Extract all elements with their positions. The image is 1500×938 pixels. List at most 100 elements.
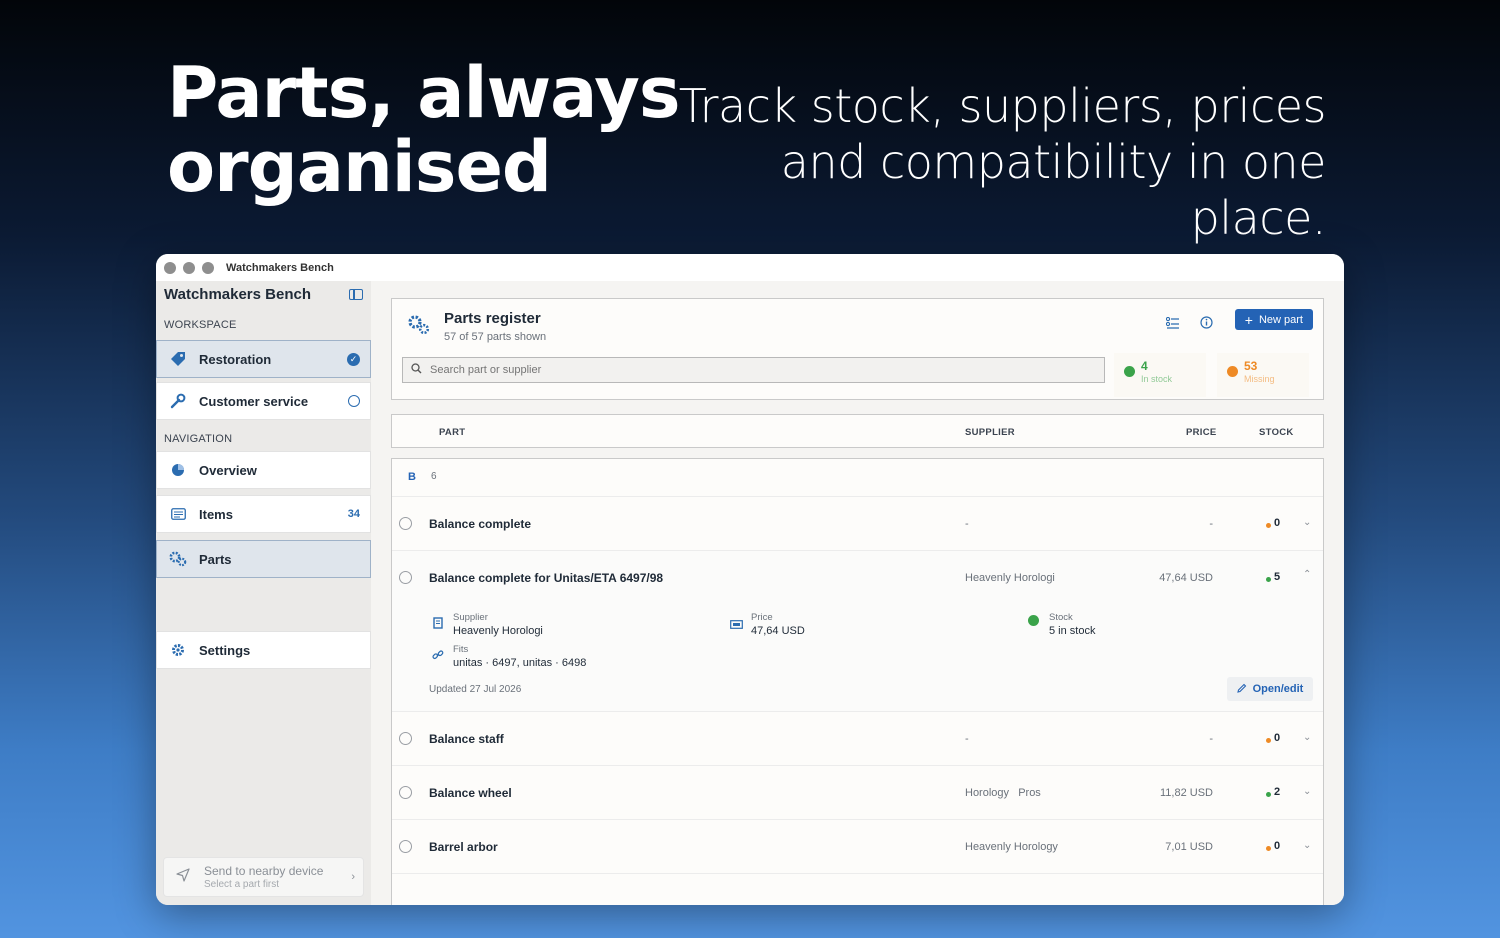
minimize-window-button[interactable] (183, 261, 195, 274)
sidebar-toggle-icon[interactable] (349, 288, 363, 300)
gears-icon (408, 315, 430, 340)
detail-price-value: 47,64 USD (751, 625, 805, 637)
stock-status-dot (1266, 846, 1271, 851)
open-edit-button[interactable]: Open/edit (1227, 677, 1313, 701)
parts-register-header: Parts register 57 of 57 parts shown + Ne… (391, 298, 1324, 400)
parts-list: B 6 Balance complete - - 0 ⌄ Balance com… (391, 458, 1324, 905)
new-part-label: New part (1258, 313, 1303, 326)
open-edit-label: Open/edit (1252, 683, 1304, 695)
unselected-circle-icon (348, 395, 360, 407)
check-circle-icon (1028, 615, 1039, 626)
search-field[interactable] (402, 357, 1105, 383)
row-select-radio[interactable] (399, 786, 412, 799)
detail-stock-label: Stock (1049, 612, 1073, 623)
table-row-expanded[interactable]: Balance complete for Unitas/ETA 6497/98 … (392, 551, 1323, 712)
column-price[interactable]: PRICE (1186, 427, 1217, 438)
zoom-window-button[interactable] (202, 261, 214, 274)
hero-subtitle-line1: Track stock, suppliers, prices (678, 79, 1327, 133)
part-price: 7,01 USD (1165, 841, 1213, 853)
part-name: Balance staff (429, 732, 504, 746)
group-letter: B (408, 471, 416, 483)
sidebar-item-label: Overview (199, 462, 257, 478)
part-price: - (1209, 733, 1213, 745)
sidebar: Watchmakers Bench WORKSPACE Restoration … (156, 281, 371, 905)
list-icon (169, 505, 187, 523)
in-stock-label: In stock (1141, 374, 1173, 384)
sidebar-item-overview[interactable]: Overview (156, 451, 371, 489)
send-arrow-icon (176, 867, 190, 887)
search-input[interactable] (430, 364, 1030, 376)
price-tag-icon (730, 616, 743, 634)
navigation-section-label: NAVIGATION (164, 433, 233, 445)
detail-fits-label: Fits (453, 644, 469, 655)
filter-list-icon[interactable] (1165, 316, 1180, 334)
updated-timestamp: Updated 27 Jul 2026 (429, 684, 522, 695)
part-supplier: - (965, 518, 969, 530)
chevron-down-icon[interactable]: ⌄ (1303, 840, 1311, 851)
column-headers: PART SUPPLIER PRICE STOCK (391, 414, 1324, 448)
group-header: B 6 (392, 459, 1323, 497)
chevron-down-icon[interactable]: ⌄ (1303, 786, 1311, 797)
part-name: Balance complete for Unitas/ETA 6497/98 (429, 571, 664, 585)
missing-stat: 53 Missing (1217, 353, 1309, 397)
table-row[interactable]: Balance wheel Horology Pros 11,82 USD 2 … (392, 766, 1323, 820)
pie-chart-icon (169, 461, 187, 479)
hero-title-line1: Parts, always (167, 52, 681, 134)
row-select-radio[interactable] (399, 571, 412, 584)
row-select-radio[interactable] (399, 517, 412, 530)
missing-count: 53 (1244, 359, 1258, 373)
gear-icon (169, 641, 187, 659)
column-part[interactable]: PART (439, 427, 465, 438)
part-stock: 5 (1274, 571, 1281, 583)
table-row[interactable]: Balance complete - - 0 ⌄ (392, 497, 1323, 551)
table-row[interactable]: Barrel arbor Heavenly Horology 7,01 USD … (392, 820, 1323, 874)
part-name: Barrel arbor (429, 840, 498, 854)
part-supplier: Heavenly Horology (965, 841, 1058, 853)
wrench-icon (169, 392, 187, 410)
part-name: Balance complete (429, 517, 532, 531)
check-circle-icon (1124, 366, 1135, 377)
table-row[interactable]: Balance staff - - 0 ⌄ (392, 712, 1323, 766)
search-icon (411, 363, 422, 377)
building-icon (433, 616, 443, 634)
checkmark-icon: ✓ (347, 352, 360, 366)
app-window: Watchmakers Bench Watchmakers Bench WORK… (156, 254, 1344, 905)
send-subtitle: Select a part first (204, 879, 280, 890)
column-stock[interactable]: STOCK (1259, 427, 1294, 438)
sidebar-item-items[interactable]: Items 34 (156, 495, 371, 533)
sidebar-item-label: Settings (199, 642, 251, 658)
row-select-radio[interactable] (399, 732, 412, 745)
info-icon[interactable] (1200, 316, 1213, 334)
chevron-right-icon: › (351, 871, 355, 883)
row-select-radio[interactable] (399, 840, 412, 853)
detail-supplier-label: Supplier (453, 612, 488, 623)
gears-icon (169, 550, 187, 568)
new-part-button[interactable]: + New part (1234, 309, 1313, 330)
chevron-down-icon[interactable]: ⌄ (1303, 517, 1311, 528)
chevron-down-icon[interactable]: ⌄ (1303, 732, 1311, 743)
part-supplier: Horology Pros (965, 787, 1041, 799)
part-supplier: Heavenly Horologi (965, 572, 1055, 584)
close-window-button[interactable] (164, 261, 176, 274)
workspace-item-customer-service[interactable]: Customer service (156, 382, 371, 420)
sidebar-item-label: Items (199, 506, 233, 522)
in-stock-stat: 4 In stock (1114, 353, 1206, 397)
part-name: Balance wheel (429, 786, 512, 800)
pencil-icon (1236, 683, 1247, 696)
sidebar-item-parts[interactable]: Parts (156, 540, 371, 578)
send-to-nearby-device-button[interactable]: Send to nearby device Select a part firs… (163, 857, 364, 897)
part-stock: 0 (1274, 732, 1281, 744)
stock-status-dot (1266, 792, 1271, 797)
sidebar-item-settings[interactable]: Settings (156, 631, 371, 669)
parts-shown-count: 57 of 57 parts shown (444, 331, 547, 343)
part-stock: 2 (1274, 786, 1281, 798)
title-bar: Watchmakers Bench (156, 254, 1344, 281)
app-name: Watchmakers Bench (164, 285, 311, 303)
sidebar-item-label: Parts (199, 551, 232, 567)
chevron-up-icon[interactable]: ⌃ (1303, 569, 1311, 580)
detail-fits-value: unitas · 6497, unitas · 6498 (453, 657, 587, 669)
workspace-item-restoration[interactable]: Restoration ✓ (156, 340, 371, 378)
column-supplier[interactable]: SUPPLIER (965, 427, 1015, 438)
part-stock: 0 (1274, 517, 1281, 529)
window-title: Watchmakers Bench (226, 261, 334, 274)
